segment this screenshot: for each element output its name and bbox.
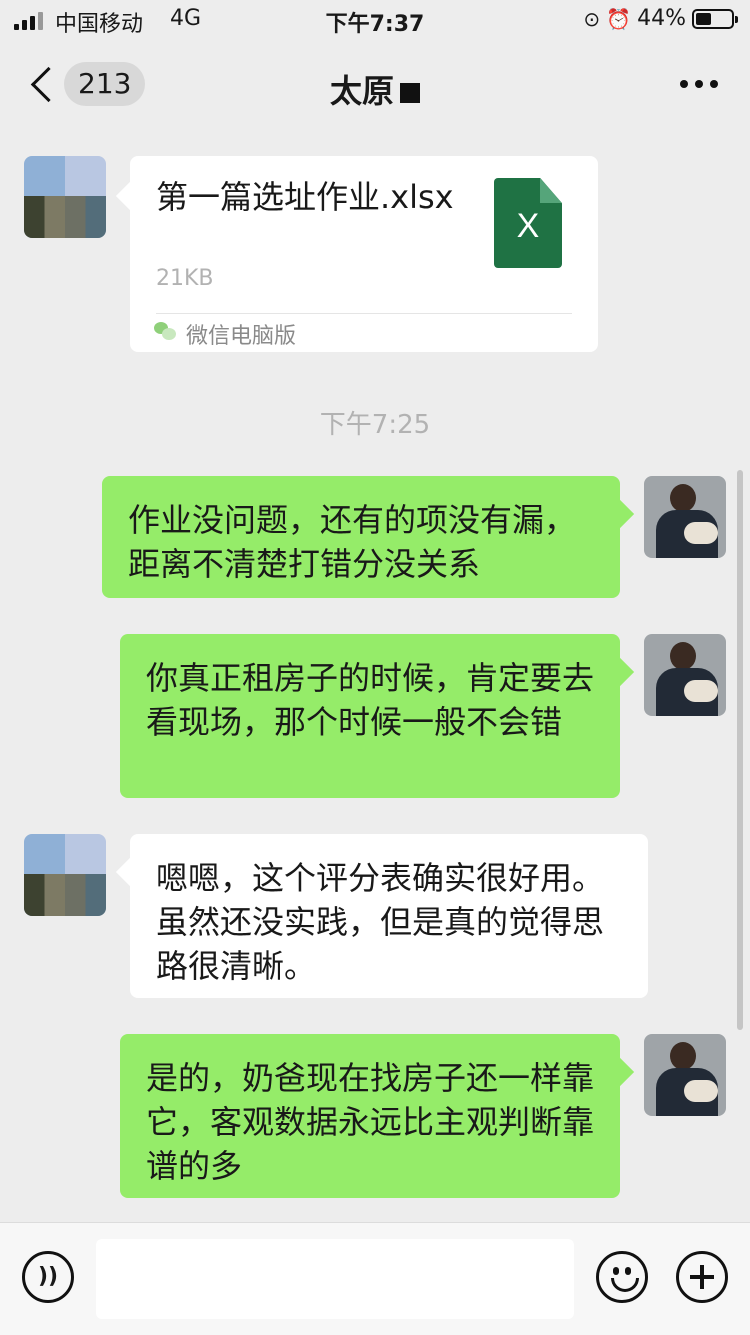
rotation-lock-icon: ⊙ [583,6,601,31]
excel-file-fold [540,178,562,203]
status-bar: 中国移动 4G 下午7:37 ⊙ ⏰ 44% [0,0,750,40]
input-bar: )) [0,1222,750,1335]
chat-title: 太原 [0,66,750,112]
scrollbar[interactable] [737,470,743,1030]
nav-bar: 213 太原 [0,40,750,128]
contact-avatar[interactable] [24,156,106,238]
voice-icon: )) [37,1264,59,1289]
more-button[interactable] [680,80,718,88]
redaction-mask [400,83,420,103]
emoji-button[interactable] [596,1251,648,1303]
battery-icon [692,8,738,29]
voice-button[interactable]: )) [22,1251,74,1303]
self-avatar[interactable] [644,476,726,558]
more-icon [680,80,718,88]
contact-avatar[interactable] [24,834,106,916]
message-timestamp: 下午7:25 [319,410,431,440]
chat-title-text: 太原 [329,72,394,110]
message-bubble-contact[interactable]: 嗯嗯，这个评分表确实很好用。虽然还没实践，但是真的觉得思路很清晰。 [130,834,648,998]
file-size: 21KB [156,266,214,291]
message-bubble-self[interactable]: 作业没问题，还有的项没有漏，距离不清楚打错分没关系 [102,476,620,598]
self-avatar[interactable] [644,1034,726,1116]
add-button[interactable] [676,1251,728,1303]
message-bubble-self[interactable]: 是的，奶爸现在找房子还一样靠它，客观数据永远比主观判断靠谱的多 [120,1034,620,1198]
wechat-icon [154,322,176,340]
file-card-divider [156,313,572,314]
file-name: 第一篇选址作业.xlsx [156,178,454,216]
message-input[interactable] [96,1239,574,1319]
message-bubble-self[interactable]: 你真正租房子的时候，肯定要去看现场，那个时候一般不会错 [120,634,620,798]
status-icons: ⊙ ⏰ 44% [583,6,738,31]
self-avatar[interactable] [644,634,726,716]
file-source: 微信电脑版 [186,324,297,349]
battery-percent: 44% [637,6,686,31]
battery-level [696,12,711,25]
alarm-icon: ⏰ [606,6,632,31]
file-message-card[interactable]: 第一篇选址作业.xlsx 21KB X 微信电脑版 [130,156,598,352]
